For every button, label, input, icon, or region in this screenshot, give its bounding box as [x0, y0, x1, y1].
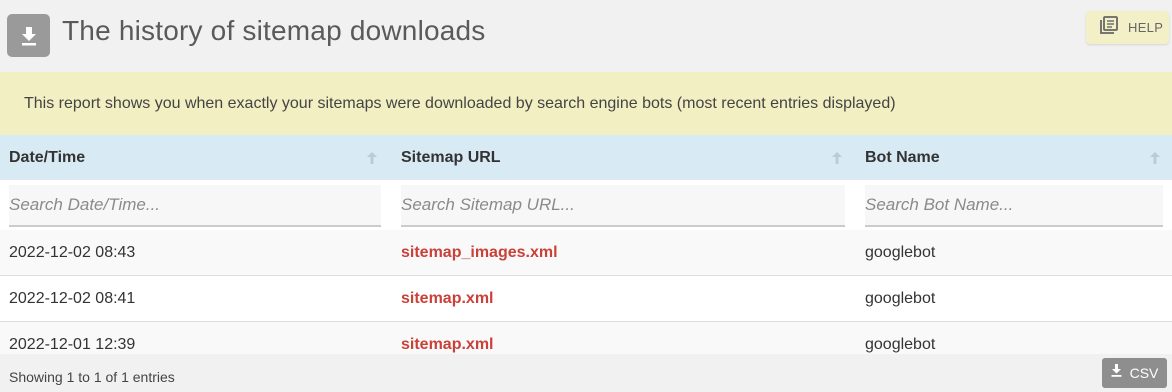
library-books-icon — [1100, 16, 1118, 39]
page: The history of sitemap downloads HELP Th… — [0, 0, 1172, 392]
banner-text: This report shows you when exactly your … — [24, 94, 896, 112]
filter-row — [0, 180, 1172, 230]
info-banner: This report shows you when exactly your … — [0, 72, 1172, 135]
search-sitemap-url-input[interactable] — [401, 185, 845, 227]
bot-name-cell: googlebot — [865, 244, 936, 261]
sort-arrow-icon — [1150, 152, 1160, 164]
column-header-sitemap-url[interactable]: Sitemap URL — [401, 135, 849, 180]
datetime-cell: 2022-12-02 08:41 — [9, 290, 136, 307]
table-body: 2022-12-02 08:43 sitemap_images.xml goog… — [0, 230, 1172, 354]
help-label: HELP — [1128, 20, 1164, 35]
sitemap-url-link[interactable]: sitemap_images.xml — [401, 230, 558, 276]
bot-name-cell: googlebot — [865, 336, 936, 353]
column-header-bot-name[interactable]: Bot Name — [865, 135, 1168, 180]
column-header-label: Sitemap URL — [401, 148, 501, 166]
datetime-cell: 2022-12-02 08:43 — [9, 244, 136, 261]
sitemap-url-link[interactable]: sitemap.xml — [401, 276, 493, 322]
column-header-datetime[interactable]: Date/Time — [9, 135, 384, 180]
datetime-cell: 2022-12-01 12:39 — [9, 336, 136, 353]
sort-arrow-icon — [832, 152, 842, 164]
page-header: The history of sitemap downloads HELP — [0, 0, 1172, 72]
column-header-label: Bot Name — [865, 148, 940, 166]
download-icon — [7, 14, 50, 57]
csv-export-button[interactable]: CSV — [1102, 358, 1167, 388]
bot-name-cell: googlebot — [865, 290, 936, 307]
sort-arrow-icon — [367, 152, 377, 164]
table-info-text: Showing 1 to 1 of 1 entries — [9, 369, 175, 385]
search-bot-name-input[interactable] — [865, 185, 1163, 227]
help-button[interactable]: HELP — [1086, 11, 1169, 44]
search-datetime-input[interactable] — [9, 185, 381, 227]
table-row: 2022-12-02 08:43 sitemap_images.xml goog… — [0, 230, 1172, 276]
column-header-label: Date/Time — [9, 148, 86, 166]
sitemap-url-link[interactable]: sitemap.xml — [401, 322, 493, 354]
table-row: 2022-12-02 08:41 sitemap.xml googlebot — [0, 276, 1172, 322]
download-icon — [1111, 364, 1122, 382]
csv-label: CSV — [1129, 365, 1159, 381]
table-row: 2022-12-01 12:39 sitemap.xml googlebot — [0, 322, 1172, 354]
table-header-row: Date/Time Sitemap URL Bot Name — [0, 135, 1172, 180]
page-title: The history of sitemap downloads — [62, 15, 486, 46]
